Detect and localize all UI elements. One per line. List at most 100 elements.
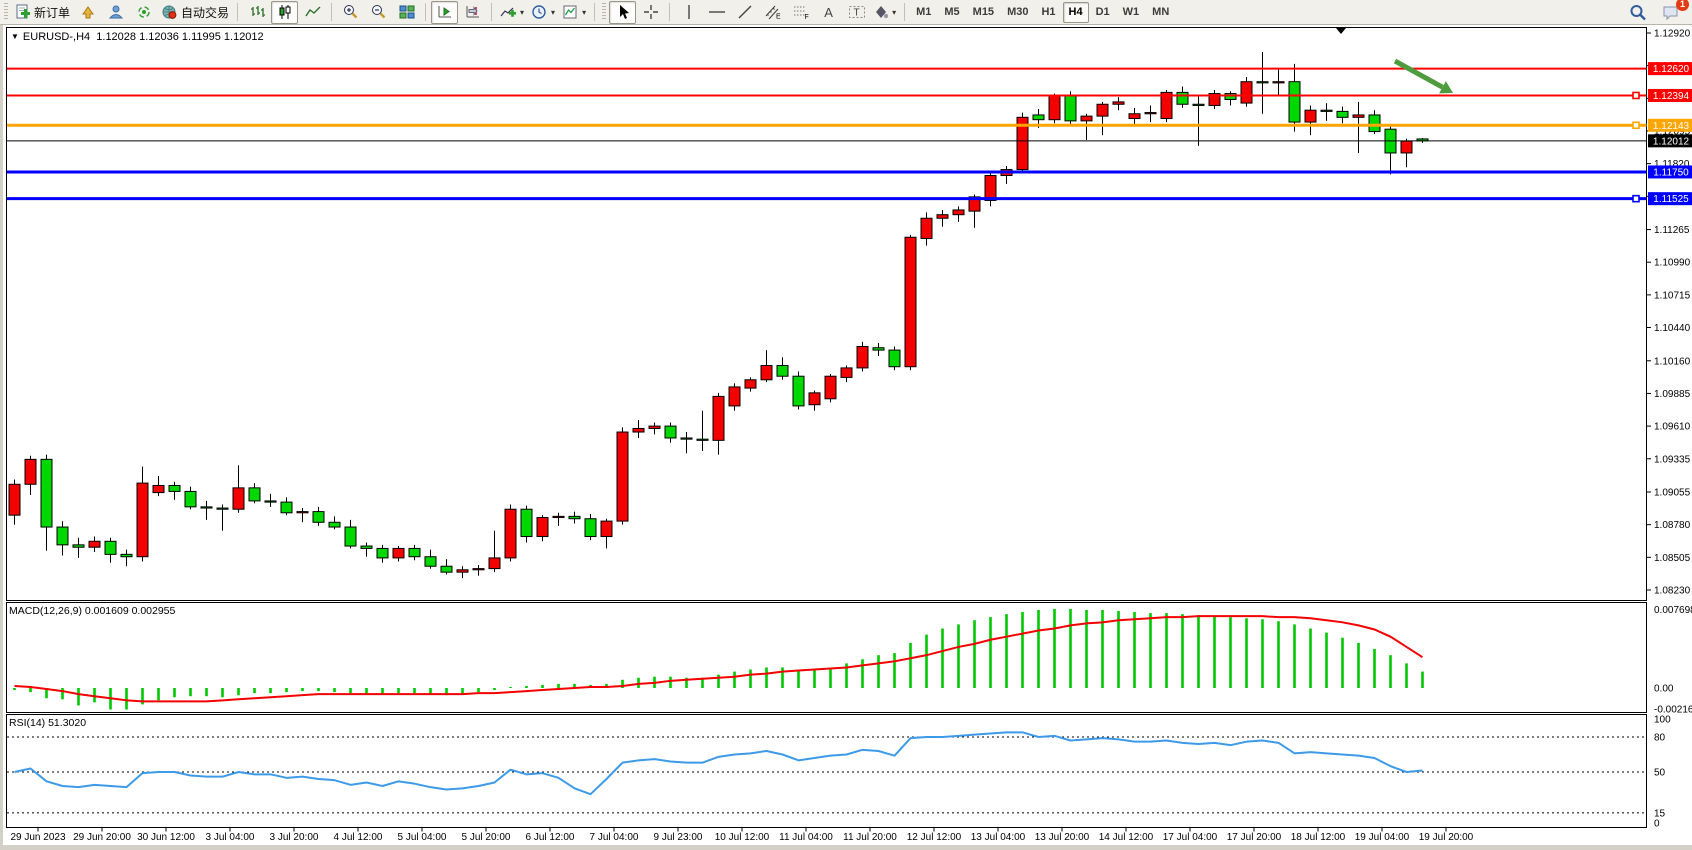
timeframe-button-m5[interactable]: M5 (938, 2, 965, 23)
search-icon (1629, 4, 1647, 21)
svg-text:80: 80 (1654, 733, 1666, 744)
timeframe-button-m15[interactable]: M15 (967, 2, 1000, 23)
new-order-button[interactable]: 新订单 (11, 1, 73, 24)
svg-text:19 Jul 04:00: 19 Jul 04:00 (1355, 832, 1410, 843)
label-tool-button[interactable]: T (843, 1, 870, 24)
notification-badge: 1 (1676, 0, 1689, 11)
svg-text:1.10440: 1.10440 (1654, 323, 1691, 334)
cursor-icon (616, 4, 630, 20)
chart-line-button[interactable] (299, 1, 326, 24)
chart-shift-icon (437, 4, 453, 20)
svg-text:1.09885: 1.09885 (1654, 389, 1691, 400)
svg-text:1.10715: 1.10715 (1654, 290, 1691, 301)
timeframe-button-m1[interactable]: M1 (910, 2, 937, 23)
tile-windows-button[interactable] (393, 1, 420, 24)
svg-text:0: 0 (1654, 819, 1660, 830)
svg-text:0.00: 0.00 (1654, 684, 1674, 695)
chart-window: ▼ EURUSD-,H4 1.12028 1.12036 1.11995 1.12… (0, 25, 1692, 845)
svg-text:9 Jul 23:00: 9 Jul 23:00 (654, 832, 703, 843)
svg-text:E: E (776, 14, 781, 21)
svg-text:1.09610: 1.09610 (1654, 422, 1691, 433)
signals-icon (136, 4, 152, 20)
zoom-in-button[interactable] (337, 1, 364, 24)
svg-text:30 Jun 12:00: 30 Jun 12:00 (137, 832, 195, 843)
svg-text:1.12143: 1.12143 (1653, 121, 1690, 132)
fibonacci-icon: F (792, 4, 810, 20)
profiles-icon (80, 4, 96, 20)
toolbar-separator (237, 3, 238, 21)
timeframe-button-h1[interactable]: H1 (1035, 2, 1061, 23)
crosshair-tool-button[interactable] (637, 1, 664, 24)
shapes-icon (874, 4, 888, 20)
svg-text:1.11750: 1.11750 (1653, 167, 1689, 178)
timeframe-button-mn[interactable]: MN (1146, 2, 1175, 23)
chart-candles-button[interactable] (271, 1, 298, 24)
timeframe-button-w1[interactable]: W1 (1117, 2, 1146, 23)
svg-text:3 Jul 04:00: 3 Jul 04:00 (206, 832, 255, 843)
svg-text:11 Jul 20:00: 11 Jul 20:00 (843, 832, 897, 843)
svg-text:1.10160: 1.10160 (1654, 356, 1691, 367)
auto-scroll-button[interactable] (459, 1, 486, 24)
svg-text:1.12620: 1.12620 (1653, 64, 1690, 75)
toolbar-separator (904, 3, 905, 21)
svg-text:29 Jun 2023: 29 Jun 2023 (10, 832, 65, 843)
vertical-line-icon (682, 4, 696, 20)
profiles-button[interactable] (74, 1, 101, 24)
zoom-out-button[interactable] (365, 1, 392, 24)
chart-bars-button[interactable] (243, 1, 270, 24)
svg-text:F: F (804, 14, 808, 20)
svg-text:7 Jul 04:00: 7 Jul 04:00 (590, 832, 639, 843)
search-button[interactable] (1624, 1, 1651, 24)
macd-axis: 0.0076980.00-0.002168 (1654, 605, 1692, 715)
svg-text:1.11265: 1.11265 (1654, 225, 1690, 236)
templates-button[interactable]: ▾ (559, 1, 589, 24)
chart-canvas[interactable]: 1.129201.126451.123701.120951.118201.115… (3, 25, 1692, 845)
svg-text:100: 100 (1654, 715, 1671, 726)
text-tool-glyph: A (824, 5, 833, 20)
toolbar-separator (594, 3, 595, 21)
rsi-indicator-label: RSI(14) 51.3020 (9, 717, 86, 729)
trendline-tool-button[interactable] (731, 1, 758, 24)
indicators-button[interactable]: ▾ (497, 1, 527, 24)
chart-title-text: EURUSD-,H4 1.12028 1.12036 1.11995 1.120… (23, 31, 264, 43)
timeframe-button-h4[interactable]: H4 (1063, 2, 1089, 23)
text-tool-button[interactable]: A (815, 1, 842, 24)
svg-text:14 Jul 12:00: 14 Jul 12:00 (1099, 832, 1154, 843)
price-axis: 1.129201.126451.123701.120951.118201.115… (1647, 29, 1691, 597)
signals-button[interactable] (130, 1, 157, 24)
timeframe-button-d1[interactable]: D1 (1090, 2, 1116, 23)
shapes-tool-button[interactable]: ▾ (871, 1, 899, 24)
toolbar-separator (491, 3, 492, 21)
tile-windows-icon (399, 4, 415, 20)
svg-text:17 Jul 04:00: 17 Jul 04:00 (1163, 832, 1218, 843)
autotrading-label: 自动交易 (181, 4, 229, 21)
community-button[interactable]: 1 (1657, 1, 1684, 24)
line-chart-icon (305, 4, 321, 20)
horizontal-line-tool-button[interactable] (703, 1, 730, 24)
svg-text:29 Jun 20:00: 29 Jun 20:00 (73, 832, 131, 843)
bar-chart-icon (249, 4, 265, 20)
vertical-line-tool-button[interactable] (675, 1, 702, 24)
fibonacci-tool-button[interactable]: F (787, 1, 814, 24)
svg-text:1.08780: 1.08780 (1654, 520, 1691, 531)
new-order-icon (14, 4, 31, 20)
clock-icon (531, 4, 547, 20)
svg-text:50: 50 (1654, 768, 1666, 779)
chart-shift-button[interactable] (431, 1, 458, 24)
symbol-dropdown-icon[interactable]: ▼ (11, 32, 19, 41)
svg-text:4 Jul 12:00: 4 Jul 12:00 (334, 832, 383, 843)
cursor-tool-button[interactable] (609, 1, 636, 24)
periods-button[interactable]: ▾ (528, 1, 558, 24)
svg-text:12 Jul 12:00: 12 Jul 12:00 (907, 832, 962, 843)
svg-text:T: T (853, 8, 859, 19)
trendline-icon (737, 4, 753, 20)
svg-text:17 Jul 20:00: 17 Jul 20:00 (1227, 832, 1282, 843)
equidistant-channel-tool-button[interactable]: E (759, 1, 786, 24)
main-toolbar: 新订单 自动交易 (0, 0, 1692, 25)
svg-text:13 Jul 20:00: 13 Jul 20:00 (1035, 832, 1090, 843)
svg-text:1.08505: 1.08505 (1654, 553, 1691, 564)
timeframe-button-m30[interactable]: M30 (1001, 2, 1034, 23)
auto-scroll-icon (465, 4, 481, 20)
autotrading-button[interactable]: 自动交易 (158, 1, 232, 24)
data-window-button[interactable] (102, 1, 129, 24)
